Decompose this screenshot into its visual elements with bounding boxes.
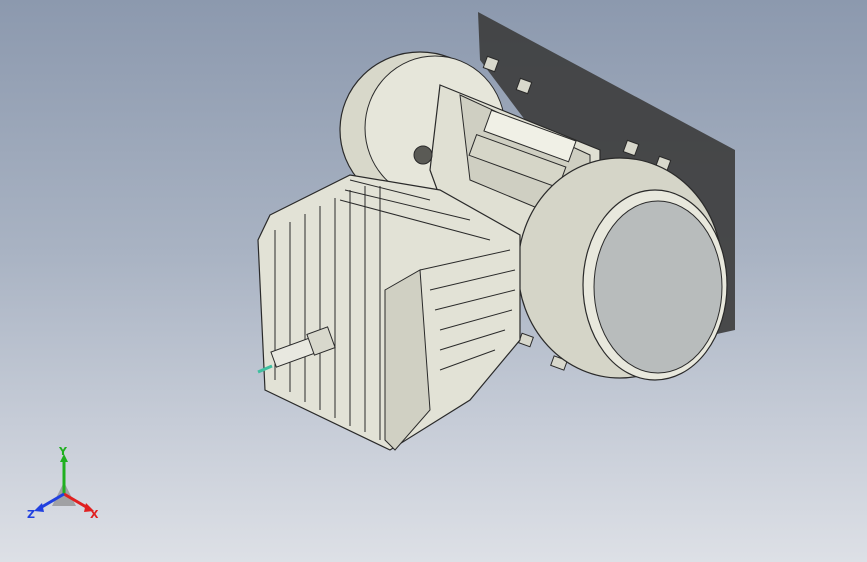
y-axis-label: Y [58, 446, 68, 458]
z-axis-label: Z [27, 508, 35, 521]
orientation-triad: Y X Z [22, 445, 112, 526]
x-axis-label: X [90, 508, 99, 521]
graphics-viewport[interactable]: Y X Z [0, 0, 867, 562]
cylinder-head [257, 174, 521, 451]
engine-3d-model[interactable] [0, 0, 867, 562]
